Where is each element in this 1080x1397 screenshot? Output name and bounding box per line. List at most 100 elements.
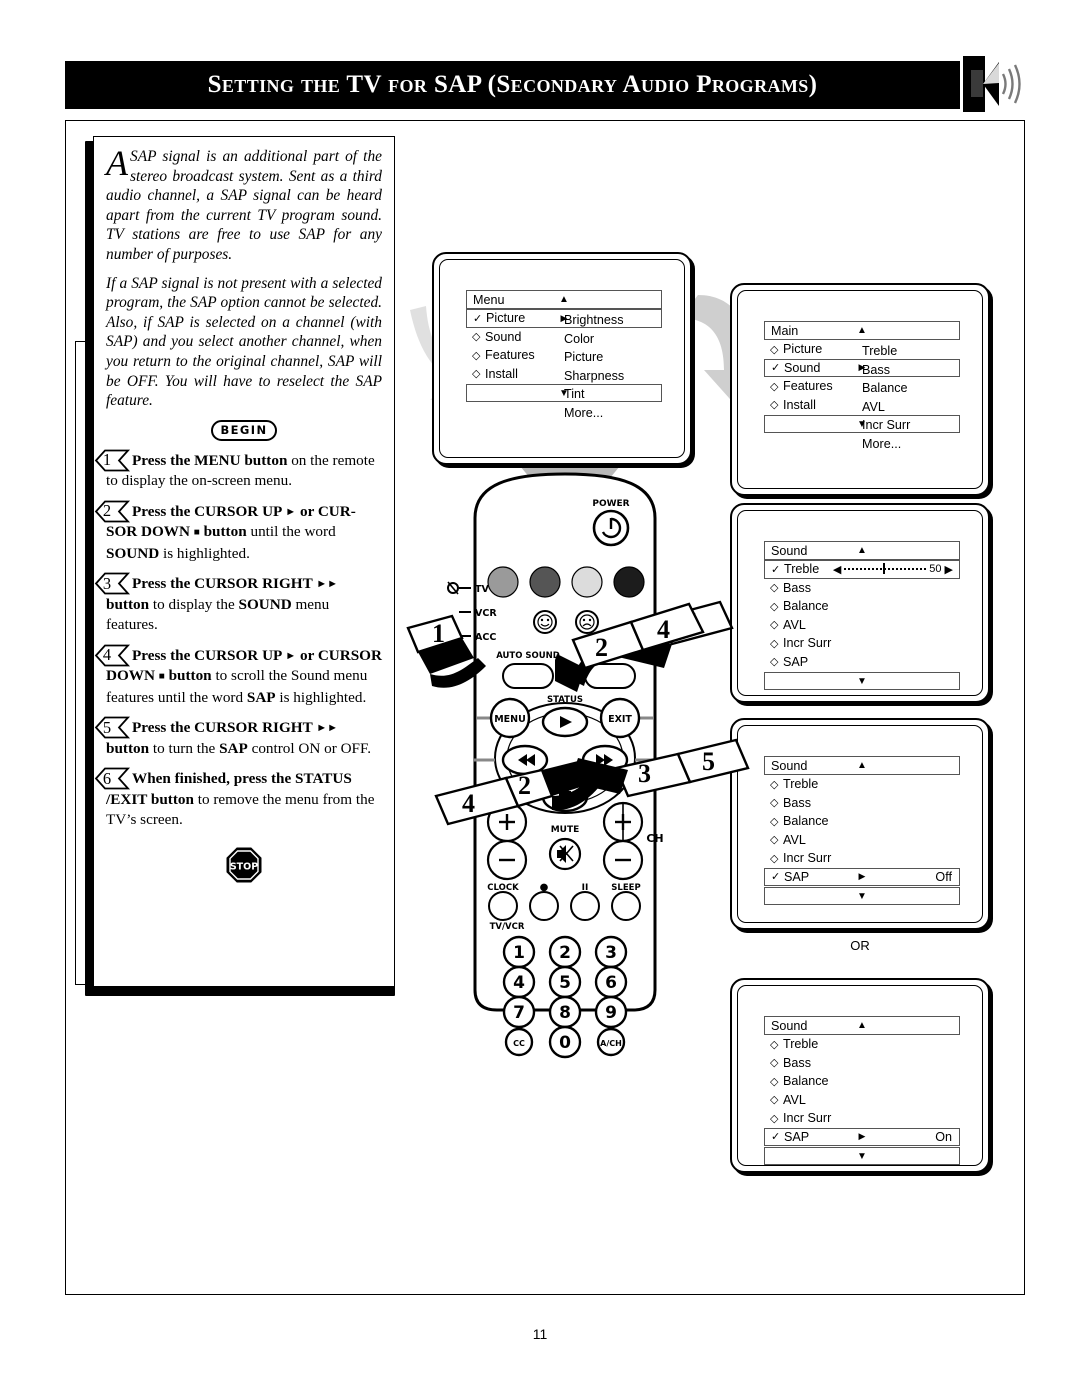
osd-row-value: On [935, 1129, 952, 1144]
osd-submenu-item[interactable]: More... [862, 435, 910, 454]
diamond-icon: ◇ [770, 1057, 779, 1070]
tv-screen-menu-main-sound: Main ▲ ◇ Picture ✓ Sound ▶ ◇ Features ◇ Install Tre… [730, 283, 990, 496]
osd-menu-sound-sap-on: Sound ▲ ◇ Treble ◇ Bass ◇ Balance ◇ AVL ◇ Incr Surr… [764, 1016, 960, 1165]
begin-badge: BEGIN [211, 419, 277, 441]
osd-submenu-item[interactable]: AVL [862, 398, 910, 417]
osd-submenu-item[interactable]: Picture [564, 348, 624, 367]
svg-text:4: 4 [657, 615, 670, 644]
svg-text:9: 9 [605, 1003, 617, 1023]
step-number-badge-5: 5 [94, 716, 132, 739]
tv-screen-menu-main-picture: Menu ▲ ✓ Picture ▶ ◇ Sound ◇ Features ◇ Install Bri… [432, 252, 692, 465]
osd-title-label: Sound [771, 543, 808, 558]
step-number-badge-1: 1 [94, 449, 132, 472]
osd-row-label: Picture [783, 342, 823, 357]
osd-submenu-item[interactable]: Incr Surr [862, 416, 910, 435]
svg-text:POWER: POWER [592, 499, 629, 509]
scroll-up-icon[interactable]: ▲ [857, 760, 867, 771]
osd-row-label: Features [485, 348, 535, 363]
scroll-down-icon[interactable]: ▼ [857, 891, 867, 902]
osd-row-treble[interactable]: ◇ Treble [764, 1035, 960, 1054]
osd-menu-main-picture: Menu ▲ ✓ Picture ▶ ◇ Sound ◇ Features ◇ Install Bri… [466, 290, 662, 420]
osd-title-bar[interactable]: Menu ▲ [466, 290, 662, 309]
scroll-down-bar[interactable]: ▼ [764, 1147, 960, 1165]
osd-row-balance[interactable]: ◇ Balance [764, 1072, 960, 1091]
osd-row-incr-surr[interactable]: ◇ Incr Surr [764, 1109, 960, 1128]
callout-2-4-upper: 2 4 [555, 602, 705, 692]
intro-paragraph-1: A SAP signal is an additional part of the… [106, 145, 382, 265]
page-number: 11 [532, 1326, 548, 1342]
check-icon: ✓ [473, 312, 483, 325]
osd-submenu-item[interactable]: Color [564, 330, 624, 349]
osd-row-label: AVL [783, 1092, 806, 1107]
panel-side-rule [75, 341, 87, 985]
svg-text:4: 4 [462, 789, 475, 818]
check-icon: ✓ [771, 362, 781, 375]
step-number-badge-3: 3 [94, 572, 132, 595]
scroll-up-icon[interactable]: ▲ [559, 294, 569, 305]
osd-row-label: Install [485, 366, 518, 381]
scroll-down-icon[interactable]: ▼ [857, 676, 867, 687]
step-5: 5 Press the CURSOR RIGHT ►► button to tur… [94, 716, 382, 759]
osd-submenu-item[interactable]: Tint [564, 385, 624, 404]
osd-title-bar[interactable]: Main ▲ [764, 321, 960, 340]
step-text-5: Press the CURSOR RIGHT ►► button to turn… [106, 719, 372, 757]
osd-row-bass[interactable]: ◇ Bass [764, 1054, 960, 1073]
slider-knob [883, 563, 886, 575]
svg-text:8: 8 [559, 1003, 571, 1023]
osd-row-treble[interactable]: ✓ Treble ◀ 50 ▶ [764, 560, 960, 579]
begin-label: BEGIN [220, 423, 268, 438]
osd-title-label: Main [771, 323, 799, 338]
slider-right-arrow-icon[interactable]: ▶ [945, 563, 953, 576]
osd-row-label: Treble [783, 1037, 819, 1052]
osd-row-avl[interactable]: ◇ AVL [764, 1091, 960, 1110]
step-3: 3 Press the CURSOR RIGHT ►► button to dis… [94, 572, 382, 636]
steps-list: 1 Press the MENU button on the remote to … [94, 449, 382, 831]
osd-row-sap[interactable]: ✓ SAP ▶ Off [764, 867, 960, 886]
or-separator-label: OR [850, 938, 870, 953]
diamond-icon: ◇ [472, 368, 481, 381]
osd-title-bar[interactable]: Sound ▲ [764, 541, 960, 560]
slider-track[interactable] [844, 563, 927, 575]
value-slider[interactable]: ◀ 50 ▶ [833, 563, 953, 576]
osd-title-bar[interactable]: Sound ▲ [764, 1016, 960, 1035]
osd-submenu-item[interactable]: Bass [862, 361, 910, 380]
svg-text:3: 3 [638, 759, 651, 788]
svg-text:STOP: STOP [230, 861, 258, 872]
scroll-up-icon[interactable]: ▲ [857, 325, 867, 336]
osd-row-sap[interactable]: ✓ SAP ▶ On [764, 1127, 960, 1146]
diamond-icon: ◇ [770, 343, 779, 356]
osd-submenu-item[interactable]: Balance [862, 379, 910, 398]
step-number-badge-6: 6 [94, 767, 132, 790]
step-text-1: Press the MENU button on the remote to d… [106, 451, 375, 490]
svg-text:6: 6 [605, 973, 617, 993]
osd-submenu-column: Treble Bass Balance AVL Incr Surr More... [862, 342, 910, 453]
step-text-4: Press the CURSOR UP ► or CURSOR DOWN ■ b… [106, 646, 382, 706]
osd-submenu-item[interactable]: More... [564, 404, 624, 423]
osd-row-label: Bass [783, 1055, 811, 1070]
osd-submenu-item[interactable]: Treble [862, 342, 910, 361]
osd-title-label: Sound [771, 1018, 808, 1033]
intro-paragraph-2: If a SAP signal is not present with a se… [106, 274, 382, 410]
step-4: 4 Press the CURSOR UP ► or CURSOR DOWN ■ … [94, 644, 382, 709]
scroll-up-icon[interactable]: ▲ [857, 545, 867, 556]
scroll-up-icon[interactable]: ▲ [857, 1020, 867, 1031]
osd-row-label: Balance [783, 1074, 829, 1089]
osd-row-label: Treble [784, 562, 820, 577]
svg-text:2: 2 [518, 771, 531, 800]
scroll-down-icon[interactable]: ▼ [857, 1151, 867, 1162]
osd-submenu-item[interactable]: Brightness [564, 311, 624, 330]
diamond-icon: ◇ [770, 1112, 779, 1125]
svg-text:1: 1 [513, 943, 525, 963]
svg-text:TV: TV [475, 584, 489, 595]
chevron-right-icon[interactable]: ▶ [859, 1131, 866, 1142]
svg-text:7: 7 [513, 1003, 525, 1023]
scroll-down-bar[interactable]: ▼ [764, 887, 960, 905]
osd-submenu-item[interactable]: Sharpness [564, 367, 624, 386]
chevron-right-icon[interactable]: ▶ [859, 871, 866, 882]
svg-text:2: 2 [595, 633, 608, 662]
speaker-icon [963, 56, 1025, 112]
svg-text:5: 5 [559, 973, 571, 993]
slider-left-arrow-icon[interactable]: ◀ [833, 563, 841, 576]
tv-screen-menu-sound-sap-on: Sound ▲ ◇ Treble ◇ Bass ◇ Balance ◇ AVL ◇ Incr Surr… [730, 978, 990, 1173]
diamond-icon: ◇ [472, 349, 481, 362]
